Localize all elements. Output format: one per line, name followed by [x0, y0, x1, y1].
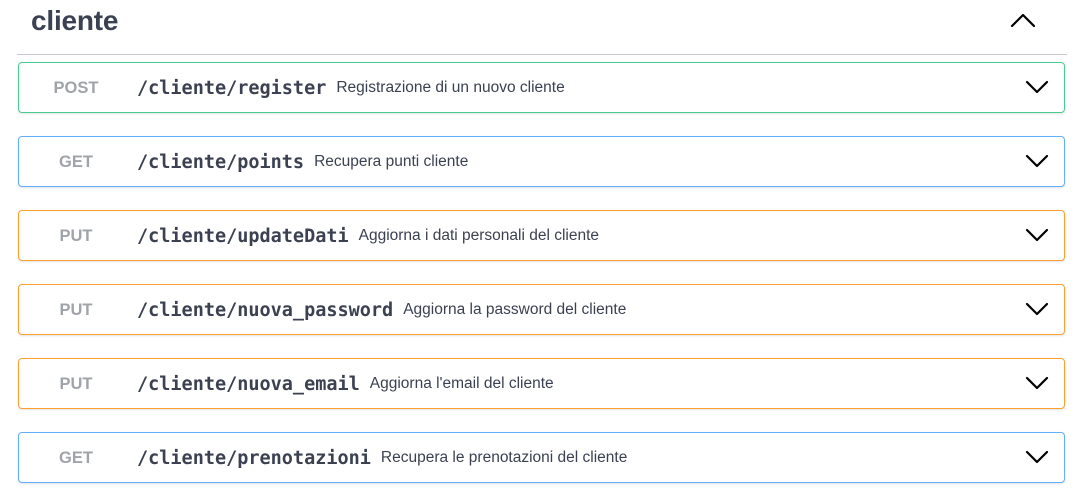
- chevron-up-icon[interactable]: [1007, 8, 1039, 32]
- chevron-down-icon[interactable]: [1024, 150, 1050, 172]
- tag-section-cliente: cliente POST /cliente/register Registrazi…: [0, 0, 1083, 502]
- operation-path: /cliente/register Registrazione di un nuo…: [137, 63, 565, 111]
- path-text: /cliente/prenotazioni: [137, 448, 371, 469]
- chevron-down-icon[interactable]: [1024, 224, 1050, 246]
- chevron-down-icon[interactable]: [1024, 446, 1050, 468]
- chevron-down-icon[interactable]: [1024, 372, 1050, 394]
- chevron-down-icon[interactable]: [1024, 76, 1050, 98]
- operation-summary: Aggiorna la password del cliente: [403, 301, 627, 318]
- operation-summary: Aggiorna i dati personali del cliente: [358, 227, 600, 244]
- operation-path: /cliente/nuova_email Aggiorna l'email del…: [137, 359, 554, 407]
- method-badge: GET: [59, 449, 93, 467]
- path-text: /cliente/nuova_password: [137, 300, 394, 321]
- operation-get-points[interactable]: GET /cliente/points Recupera punti client…: [18, 136, 1065, 187]
- tag-header[interactable]: cliente: [17, 0, 1067, 55]
- operation-get-prenotazioni[interactable]: GET /cliente/prenotazioni Recupera le pre…: [18, 432, 1065, 483]
- method-badge: PUT: [59, 227, 93, 245]
- operation-summary: Recupera punti cliente: [314, 153, 469, 170]
- operation-put-nuova-email[interactable]: PUT /cliente/nuova_email Aggiorna l'email…: [18, 358, 1065, 409]
- operation-path: /cliente/points Recupera punti cliente: [137, 137, 468, 185]
- path-text: /cliente/points: [137, 152, 305, 173]
- method-badge: PUT: [59, 375, 93, 393]
- operation-summary: Aggiorna l'email del cliente: [369, 375, 554, 392]
- path-text: /cliente/nuova_email: [137, 374, 360, 395]
- method-badge: GET: [59, 153, 93, 171]
- path-text: /cliente/updateDati: [137, 226, 349, 247]
- method-badge: POST: [53, 79, 99, 97]
- operation-post-register[interactable]: POST /cliente/register Registrazione di u…: [18, 62, 1065, 113]
- operation-put-nuova-password[interactable]: PUT /cliente/nuova_password Aggiorna la p…: [18, 284, 1065, 335]
- operation-summary: Registrazione di un nuovo cliente: [336, 79, 565, 96]
- operation-path: /cliente/updateDati Aggiorna i dati perso…: [137, 211, 599, 259]
- operation-summary: Recupera le prenotazioni del cliente: [380, 449, 628, 466]
- path-text: /cliente/register: [137, 78, 327, 99]
- chevron-down-icon[interactable]: [1024, 298, 1050, 320]
- operation-path: /cliente/prenotazioni Recupera le prenota…: [137, 433, 627, 481]
- operation-put-updatedati[interactable]: PUT /cliente/updateDati Aggiorna i dati p…: [18, 210, 1065, 261]
- method-badge: PUT: [59, 301, 93, 319]
- operation-path: /cliente/nuova_password Aggiorna la passw…: [137, 285, 626, 333]
- tag-title: cliente: [31, 5, 119, 36]
